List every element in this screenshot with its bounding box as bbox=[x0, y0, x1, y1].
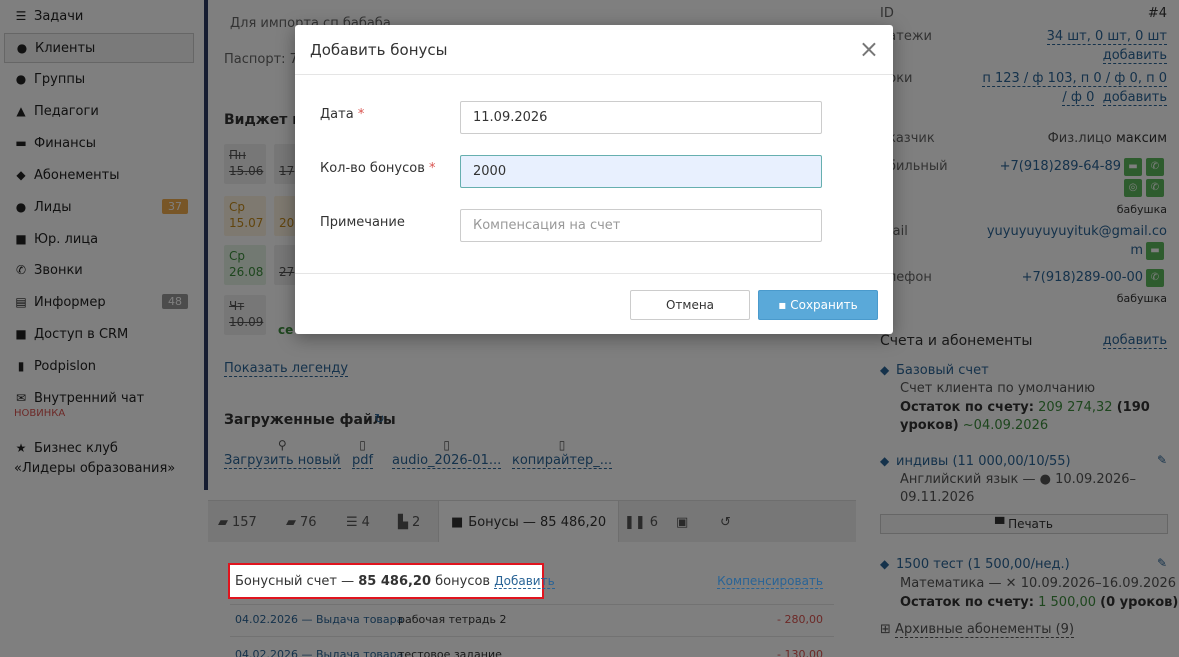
save-button[interactable]: ▪ Сохранить bbox=[758, 290, 878, 320]
date-input[interactable] bbox=[460, 101, 822, 134]
modal-header: Добавить бонусы × bbox=[295, 25, 893, 75]
modal-footer: Отмена ▪ Сохранить bbox=[295, 273, 893, 334]
bonus-amount-label: Кол-во бонусов * bbox=[320, 161, 436, 176]
add-bonus-link[interactable]: Добавить bbox=[494, 574, 555, 589]
compensate-link[interactable]: Компенсировать bbox=[717, 574, 823, 589]
cancel-button[interactable]: Отмена bbox=[630, 290, 750, 320]
bonus-account-row: Бонусный счет — 85 486,20 бонусов Добави… bbox=[208, 563, 856, 600]
bonus-amount-input[interactable] bbox=[460, 155, 822, 188]
note-label: Примечание bbox=[320, 215, 405, 230]
add-bonus-modal: Добавить бонусы × Дата * Кол-во бонусов … bbox=[295, 25, 893, 334]
note-input[interactable] bbox=[460, 209, 822, 242]
close-icon[interactable]: × bbox=[859, 35, 879, 63]
modal-title: Добавить бонусы bbox=[310, 41, 448, 59]
bonus-account-text: Бонусный счет — 85 486,20 бонусов Добави… bbox=[235, 574, 555, 589]
floppy-disk-icon: ▪ bbox=[778, 298, 787, 312]
date-label: Дата * bbox=[320, 107, 365, 122]
